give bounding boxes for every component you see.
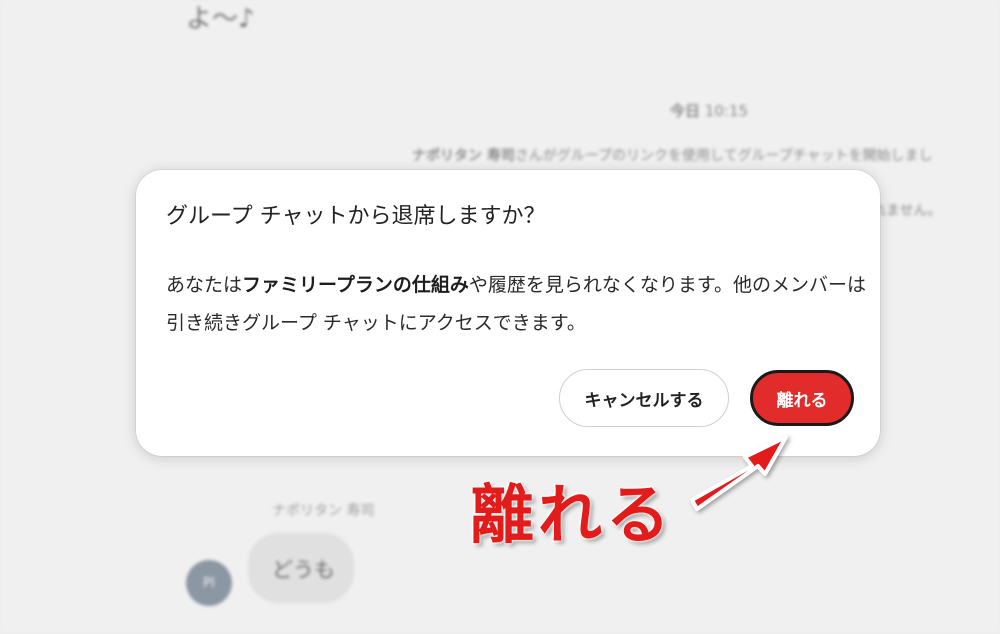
system-message-text: さんがグループのリンクを使用してグループチャットを開始しまし (514, 148, 933, 164)
family-plan-link[interactable]: ファミリープランの仕組み (242, 274, 469, 296)
dialog-body: あなたはファミリープランの仕組みや履歴を見られなくなります。他のメンバーは引き続… (166, 266, 866, 342)
sender-name: ナポリタン 寿司 (272, 503, 375, 519)
annotation-label: 離れる (469, 478, 674, 554)
avatar: PI (186, 560, 232, 606)
system-message: ナポリタン 寿司さんがグループのリンクを使用してグループチャットを開始しまし (412, 145, 933, 165)
system-message-continuation: れません。 (872, 203, 942, 219)
avatar-initials: PI (203, 575, 215, 591)
dialog-body-text: あなたは (166, 274, 243, 296)
leave-button[interactable]: 離れる (750, 370, 854, 426)
screen: よ〜♪ 今日 10:15 ナポリタン 寿司さんがグループのリンクを使用してグルー… (0, 0, 1000, 634)
dialog-title: グループ チャットから退席しますか？ (166, 204, 546, 229)
date-time: 10:15 (704, 102, 749, 120)
leave-group-dialog: グループ チャットから退席しますか？ あなたはファミリープランの仕組みや履歴を見… (136, 170, 880, 456)
chat-message-text: よ〜♪ (186, 4, 255, 34)
date-separator: 今日 10:15 (670, 100, 748, 121)
cancel-button[interactable]: キャンセルする (559, 369, 729, 427)
system-message-name: ナポリタン 寿司 (412, 148, 515, 164)
date-label: 今日 (670, 102, 701, 120)
message-bubble-text: どうも (272, 558, 335, 582)
